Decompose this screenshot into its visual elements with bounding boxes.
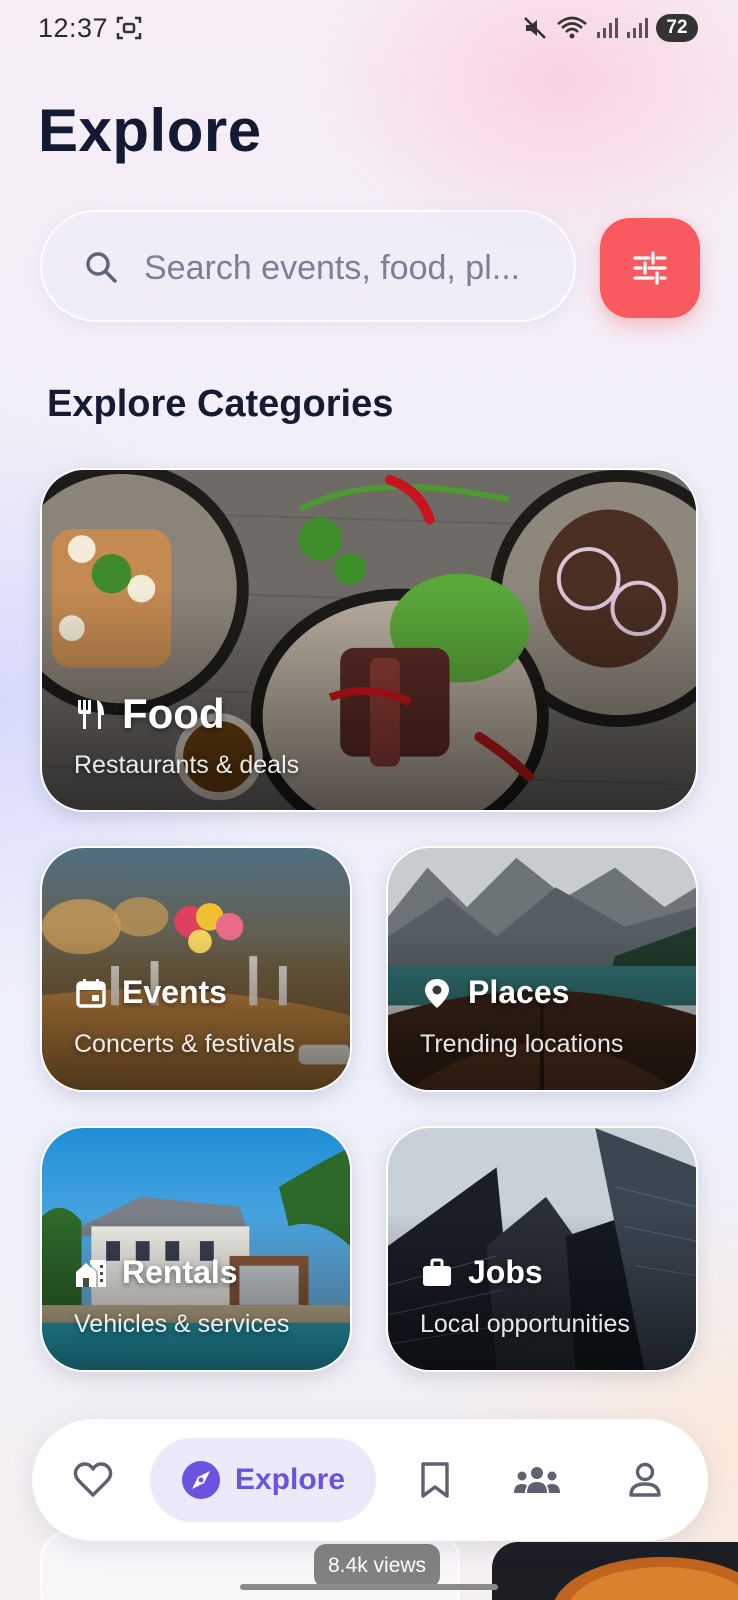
person-icon (629, 1462, 661, 1497)
compass-icon (181, 1461, 220, 1499)
briefcase-icon (420, 1256, 454, 1290)
heart-icon (73, 1462, 113, 1497)
status-icons: 72 (522, 13, 698, 43)
category-card-places[interactable]: Places Trending locations (386, 846, 698, 1092)
bookmark-icon (421, 1462, 449, 1498)
status-time: 12:37 (38, 13, 109, 43)
card-title: Places (468, 974, 570, 1010)
content-image-peek (492, 1542, 738, 1600)
search-bar[interactable] (40, 210, 576, 322)
search-icon (86, 252, 117, 283)
nav-profile[interactable] (614, 1419, 676, 1541)
bottom-nav: Explore (32, 1419, 708, 1541)
nav-favorites[interactable] (62, 1419, 124, 1541)
mute-icon (524, 17, 546, 39)
card-subtitle: Vehicles & services (74, 1310, 290, 1338)
card-header: Events (74, 974, 227, 1011)
signal-icon (627, 18, 648, 38)
filter-button[interactable] (600, 218, 700, 318)
card-subtitle: Restaurants & deals (74, 751, 300, 779)
nav-groups[interactable] (506, 1419, 568, 1541)
calendar-icon (74, 976, 108, 1010)
sliders-icon (633, 251, 667, 285)
card-title: Food (122, 690, 225, 737)
card-header: Rentals (74, 1254, 238, 1291)
card-header: Jobs (420, 1254, 543, 1291)
people-icon (514, 1467, 560, 1493)
category-card-events[interactable]: Events Concerts & festivals (40, 846, 352, 1092)
location-pin-icon (420, 976, 454, 1010)
nav-explore-label: Explore (234, 1463, 346, 1496)
battery-indicator: 72 (656, 14, 698, 42)
category-card-rentals[interactable]: Rentals Vehicles & services (40, 1126, 352, 1372)
card-title: Jobs (468, 1254, 543, 1290)
category-card-food[interactable]: Food Restaurants & deals (40, 468, 698, 812)
utensils-icon (74, 697, 108, 731)
views-badge: 8.4k views (314, 1544, 441, 1588)
screenshot-icon (116, 16, 142, 40)
card-header: Places (420, 974, 569, 1011)
search-input[interactable] (144, 242, 544, 294)
wifi-icon (557, 16, 587, 39)
home-rental-icon (74, 1256, 108, 1290)
home-indicator[interactable] (240, 1584, 498, 1590)
section-title: Explore Categories (47, 383, 394, 425)
card-subtitle: Concerts & festivals (74, 1030, 295, 1058)
nav-saved[interactable] (404, 1419, 466, 1541)
card-header: Food (74, 690, 225, 738)
category-card-jobs[interactable]: Jobs Local opportunities (386, 1126, 698, 1372)
signal-icon (597, 18, 618, 38)
food-peek-image (554, 1557, 738, 1600)
nav-explore[interactable]: Explore (150, 1438, 376, 1522)
status-bar: 12:37 72 (0, 0, 738, 56)
card-title: Events (122, 974, 227, 1010)
card-subtitle: Trending locations (420, 1030, 624, 1058)
page-title: Explore (38, 97, 262, 164)
card-subtitle: Local opportunities (420, 1310, 630, 1338)
card-title: Rentals (122, 1254, 238, 1290)
